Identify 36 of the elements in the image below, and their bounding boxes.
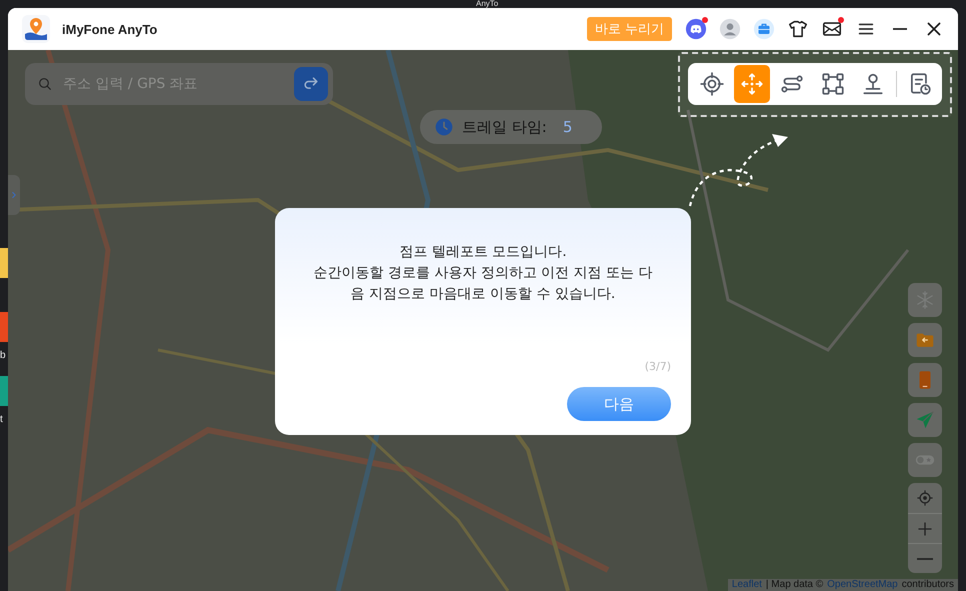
paper-plane-button[interactable] <box>908 403 942 437</box>
step-counter: (3/7) <box>644 360 671 373</box>
folder-button[interactable] <box>908 323 942 357</box>
snowflake-button[interactable] <box>908 283 942 317</box>
user-icon <box>719 18 741 40</box>
desktop-icon-label: b <box>0 350 7 362</box>
move-arrows-icon <box>739 71 766 97</box>
app-logo-icon <box>22 15 50 43</box>
minimize-icon <box>893 28 907 30</box>
go-button[interactable] <box>294 67 328 101</box>
shirt-icon <box>787 18 809 40</box>
promo-button[interactable]: 바로 누리기 <box>586 17 672 41</box>
chat-app-button[interactable] <box>684 17 708 41</box>
trail-time-value: 5 <box>562 118 572 136</box>
briefcase-button[interactable] <box>752 17 776 41</box>
plus-icon <box>916 520 934 538</box>
desktop-icon-label: AnyTo <box>476 0 498 8</box>
crosshair-icon <box>699 71 726 97</box>
attribution-text: contributors <box>902 579 954 591</box>
toggle-button[interactable] <box>908 443 942 477</box>
user-button[interactable] <box>718 17 742 41</box>
search-icon <box>37 76 53 92</box>
minus-icon <box>917 558 933 560</box>
window-title: iMyFone AnyTo <box>62 22 158 36</box>
next-button[interactable]: 다음 <box>567 387 671 421</box>
locate-icon <box>916 489 934 507</box>
briefcase-icon <box>753 18 775 40</box>
nodes-icon <box>820 71 846 97</box>
tutorial-message: 점프 텔레포트 모드입니다. 순간이동할 경로를 사용자 정의하고 이전 지점 또는 다 음 지점으로 마음대로 이동할 수 있습니다. <box>313 243 653 304</box>
clock-icon <box>434 117 454 137</box>
trail-time-label: 트레일 타임: <box>462 118 547 136</box>
desktop-icon-label: t <box>0 414 4 426</box>
attribution-text: | Map data © <box>766 579 824 591</box>
chat-app-icon <box>685 18 707 40</box>
source-link[interactable]: OpenStreetMap <box>827 579 898 591</box>
leaflet-link[interactable]: Leaflet <box>732 579 762 591</box>
